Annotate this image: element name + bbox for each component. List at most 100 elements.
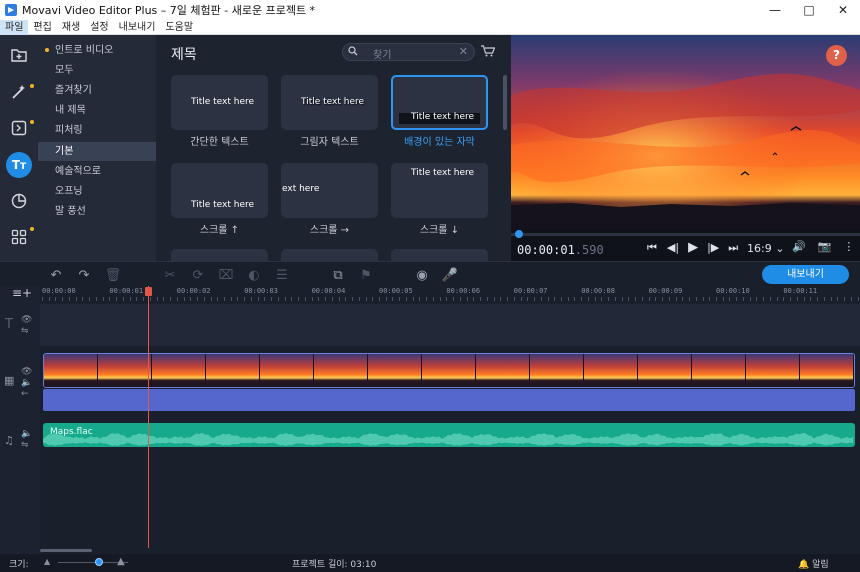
zoom-slider-knob[interactable]: [95, 558, 103, 566]
zoom-in-icon[interactable]: ▲: [117, 556, 125, 567]
next-frame-icon[interactable]: |▶: [707, 241, 719, 254]
category-all[interactable]: 모두: [38, 61, 156, 80]
redo-icon[interactable]: ↷: [76, 267, 92, 283]
zoom-label: 크기:: [9, 560, 29, 570]
ruler-tick: [277, 297, 279, 301]
title-card-scroll-right[interactable]: ext here: [281, 163, 378, 218]
magic-wand-icon[interactable]: [6, 79, 32, 105]
video-audio-track[interactable]: [43, 389, 855, 411]
store-cart-icon[interactable]: [481, 45, 495, 57]
ruler-tick: [689, 297, 691, 301]
skip-to-start-icon[interactable]: ⏮: [647, 241, 657, 255]
marker-flag-icon[interactable]: ⚑: [358, 267, 374, 283]
titles-icon[interactable]: TT: [6, 152, 32, 178]
timeline-scrollbar[interactable]: [40, 549, 92, 552]
title-card-scroll-up[interactable]: Title text here: [171, 163, 268, 218]
color-adjust-icon[interactable]: ◐: [246, 267, 262, 283]
title-track-icon: T: [5, 317, 13, 332]
title-card-simple-text[interactable]: Title text here: [171, 75, 268, 130]
add-track-icon[interactable]: ≡+: [12, 286, 32, 300]
timeline-ruler[interactable]: 00:00:00 00:00:01 00:00:02 00:00:03 00:00:04…: [40, 286, 860, 302]
title-card[interactable]: [171, 249, 268, 261]
menu-edit[interactable]: 편집: [28, 20, 56, 35]
card-preview-text: Title text here: [301, 97, 365, 107]
ruler-tick: [837, 297, 839, 301]
video-thumbnail: [530, 354, 584, 387]
menu-help[interactable]: 도움말: [160, 20, 198, 35]
category-favorites[interactable]: 즐겨찾기: [38, 81, 156, 100]
link-icon[interactable]: ⇋: [21, 326, 29, 336]
menu-file[interactable]: 파일: [0, 19, 29, 35]
volume-icon[interactable]: 🔈: [21, 429, 32, 439]
title-card[interactable]: [281, 249, 378, 261]
menu-export[interactable]: 내보내기: [114, 20, 161, 35]
category-intro-video[interactable]: 인트로 비디오: [38, 41, 156, 60]
overlay-icon[interactable]: ⧉: [330, 267, 346, 283]
play-icon[interactable]: ▶: [688, 240, 698, 255]
cut-icon[interactable]: ✂: [162, 267, 178, 283]
transition-icon[interactable]: [6, 115, 32, 141]
title-card[interactable]: [391, 249, 488, 261]
title-track[interactable]: [40, 304, 860, 346]
clip-properties-icon[interactable]: ☰: [274, 267, 290, 283]
category-basic[interactable]: 기본: [38, 142, 156, 161]
ruler-tick: [500, 297, 502, 301]
snapshot-icon[interactable]: 📷: [818, 240, 832, 253]
link-icon[interactable]: ⇋: [21, 440, 29, 450]
audio-clip[interactable]: Maps.flac: [43, 423, 855, 447]
minimize-icon[interactable]: —: [758, 0, 792, 20]
more-options-icon[interactable]: ⋮: [843, 240, 854, 253]
volume-icon[interactable]: 🔊: [792, 240, 806, 253]
sticker-icon[interactable]: [6, 188, 32, 214]
link-icon[interactable]: ←: [21, 389, 29, 399]
audio-waveform: [43, 432, 853, 446]
volume-icon[interactable]: 🔈: [21, 378, 32, 388]
card-preview-text: Title text here: [411, 112, 475, 122]
category-my-titles[interactable]: 내 제목: [38, 101, 156, 120]
category-opening[interactable]: 오프닝: [38, 182, 156, 201]
playhead-handle[interactable]: [145, 287, 152, 296]
category-artistic[interactable]: 예술적으로: [38, 162, 156, 181]
skip-to-end-icon[interactable]: ⏭: [728, 241, 738, 255]
zoom-out-icon[interactable]: ▲: [44, 557, 50, 566]
playhead[interactable]: [148, 286, 149, 548]
undo-icon[interactable]: ↶: [48, 267, 64, 283]
menu-settings[interactable]: 설정: [85, 20, 113, 35]
preview-player: ? 00:00:01.590 ⏮ ◀​| ▶ |▶ ⏭ 16:9 ⌄ 🔊 📷 ⋮: [511, 35, 860, 261]
menu-playback[interactable]: 재생: [57, 20, 85, 35]
help-button[interactable]: ?: [826, 45, 847, 66]
ruler-tick: [379, 297, 380, 301]
title-card-shadow-text[interactable]: Title text here: [281, 75, 378, 130]
rotate-icon[interactable]: ⟳: [190, 267, 206, 283]
card-preview-text: ext here: [282, 184, 320, 194]
search-input[interactable]: 찾기 ✕: [342, 43, 475, 61]
clear-search-icon[interactable]: ✕: [459, 45, 468, 58]
title-card-scroll-down[interactable]: Title text here: [391, 163, 488, 218]
gallery-scrollbar[interactable]: [503, 75, 507, 130]
ruler-tick: [358, 297, 360, 301]
delete-icon[interactable]: 🗑: [105, 267, 122, 283]
title-card-background-caption[interactable]: Title text here: [391, 75, 488, 130]
ruler-tick: [217, 297, 219, 301]
export-button[interactable]: 내보내기: [762, 265, 849, 284]
scrubber-knob[interactable]: [515, 230, 523, 238]
ruler-tick: [183, 297, 185, 301]
visibility-icon[interactable]: 👁: [21, 315, 32, 325]
maximize-icon[interactable]: □: [792, 0, 826, 20]
microphone-icon[interactable]: 🎤: [442, 267, 458, 283]
previous-frame-icon[interactable]: ◀​|: [667, 241, 679, 254]
record-video-icon[interactable]: ◉: [414, 267, 430, 283]
more-tools-icon[interactable]: [6, 224, 32, 250]
ruler-tick: [527, 297, 529, 301]
aspect-ratio-select[interactable]: 16:9 ⌄: [747, 242, 784, 255]
video-clip[interactable]: [43, 353, 855, 388]
close-icon[interactable]: ✕: [826, 0, 860, 20]
visibility-icon[interactable]: 👁: [21, 367, 32, 377]
notifications-button[interactable]: 🔔 알림: [798, 557, 829, 570]
preview-scrubber[interactable]: [511, 230, 860, 238]
video-thumbnail: [314, 354, 368, 387]
category-speech-bubble[interactable]: 말 풍선: [38, 202, 156, 221]
import-icon[interactable]: [6, 42, 32, 68]
category-featured[interactable]: 피처링: [38, 121, 156, 140]
crop-icon[interactable]: ⌧: [218, 267, 234, 283]
